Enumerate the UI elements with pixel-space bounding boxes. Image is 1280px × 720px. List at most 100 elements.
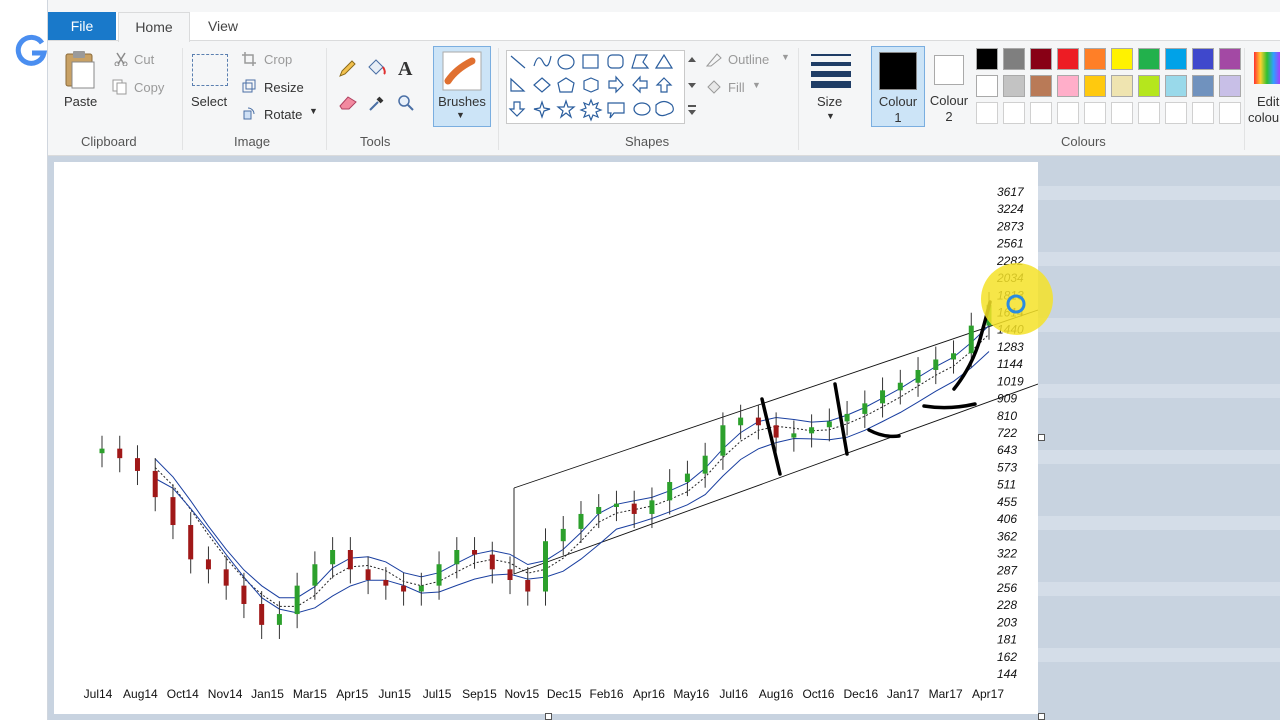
palette-swatch[interactable] (976, 75, 998, 97)
eraser-icon[interactable] (338, 94, 358, 110)
palette-swatch-empty[interactable] (1219, 102, 1241, 124)
group-label-clipboard: Clipboard (81, 134, 137, 149)
palette-swatch[interactable] (1084, 75, 1106, 97)
divider (182, 48, 183, 150)
annotation-stroke (922, 402, 977, 410)
fill-button[interactable]: Fill (728, 80, 745, 95)
select-icon[interactable] (192, 54, 228, 86)
palette-swatch[interactable] (1030, 48, 1052, 70)
edit-colours-label-2[interactable]: colours (1248, 110, 1280, 125)
rotate-button[interactable]: Rotate (264, 107, 302, 122)
candle-body (649, 500, 655, 514)
pencil-icon[interactable] (338, 60, 356, 78)
palette-swatch-empty[interactable] (1003, 102, 1025, 124)
palette-swatch[interactable] (1003, 48, 1025, 70)
candle-body (951, 353, 957, 360)
crop-button[interactable]: Crop (264, 52, 292, 67)
palette-swatch[interactable] (1057, 75, 1079, 97)
candle-body (915, 369, 921, 383)
palette-swatch[interactable] (1219, 75, 1241, 97)
color-picker-icon[interactable] (368, 94, 386, 112)
candle-body (330, 550, 336, 565)
resize-handle[interactable] (1038, 434, 1045, 441)
paste-icon[interactable] (64, 50, 98, 90)
outline-icon (705, 53, 722, 67)
palette-swatch-empty[interactable] (1111, 102, 1133, 124)
palette-swatch[interactable] (1219, 48, 1241, 70)
resize-button[interactable]: Resize (264, 80, 304, 95)
tab-file[interactable]: File (48, 12, 116, 40)
tab-view[interactable]: View (198, 12, 248, 40)
outline-button[interactable]: Outline (728, 52, 769, 67)
resize-handle[interactable] (1038, 713, 1045, 720)
magnifier-icon[interactable] (397, 94, 415, 112)
cursor-ring-icon (1006, 294, 1026, 314)
y-tick-label: 406 (997, 512, 1017, 526)
brushes-button[interactable]: Brushes ▼ (433, 46, 491, 127)
palette-swatch[interactable] (1192, 75, 1214, 97)
candle-body (702, 455, 708, 474)
size-dropdown-icon[interactable]: ▼ (826, 111, 835, 121)
y-tick-label: 162 (997, 650, 1017, 664)
paste-button[interactable]: Paste (64, 94, 97, 109)
y-tick-label: 573 (997, 460, 1017, 474)
size-button[interactable]: Size (817, 94, 842, 109)
palette-swatch[interactable] (1165, 75, 1187, 97)
drawing-canvas[interactable]: 3617322428732561228220341813161414401283… (54, 162, 1039, 714)
y-tick-label: 3224 (997, 202, 1024, 216)
y-tick-label: 1144 (997, 357, 1023, 371)
rotate-icon (243, 107, 255, 120)
colour1-selector[interactable]: Colour 1 (871, 46, 925, 127)
palette-swatch[interactable] (1138, 48, 1160, 70)
y-tick-label: 181 (997, 633, 1017, 647)
palette-swatch[interactable] (1111, 75, 1133, 97)
candle-body (312, 564, 318, 586)
palette-swatch[interactable] (976, 48, 998, 70)
candle-body (241, 585, 247, 604)
tab-home[interactable]: Home (118, 12, 190, 42)
cut-button[interactable]: Cut (134, 52, 154, 67)
palette-swatch[interactable] (1111, 48, 1133, 70)
candle-body (117, 448, 123, 459)
palette-swatch[interactable] (1003, 75, 1025, 97)
rotate-dropdown-icon[interactable]: ▼ (309, 106, 318, 116)
outline-dropdown-icon[interactable]: ▼ (781, 52, 790, 62)
fill-bucket-icon[interactable] (366, 58, 388, 78)
candle-body (880, 390, 886, 404)
palette-swatch-empty[interactable] (1192, 102, 1214, 124)
x-tick-label: Nov14 (208, 687, 243, 701)
shapes-gallery[interactable] (506, 50, 698, 124)
candle-body (152, 470, 158, 498)
colour2-selector[interactable]: Colour 2 (925, 46, 973, 125)
group-label-shapes: Shapes (625, 134, 670, 149)
x-tick-label: Oct16 (802, 687, 834, 701)
size-icon[interactable] (811, 52, 851, 88)
resize-handle[interactable] (545, 713, 552, 720)
palette-swatch-empty[interactable] (1165, 102, 1187, 124)
copy-icon (112, 79, 127, 95)
edit-colours-icon[interactable] (1254, 52, 1280, 84)
palette-swatch-empty[interactable] (1138, 102, 1160, 124)
candle-body (844, 413, 850, 422)
candle-body (631, 503, 637, 514)
candle-body (205, 559, 211, 570)
palette-swatch[interactable] (1030, 75, 1052, 97)
palette-swatch[interactable] (1192, 48, 1214, 70)
y-tick-label: 144 (997, 667, 1017, 681)
candle-body (755, 417, 761, 426)
edit-colours-label[interactable]: Edit (1257, 94, 1279, 109)
palette-swatch[interactable] (1138, 75, 1160, 97)
candle-body (720, 425, 726, 456)
palette-swatch[interactable] (1165, 48, 1187, 70)
select-button[interactable]: Select (191, 94, 227, 109)
palette-swatch-empty[interactable] (1057, 102, 1079, 124)
palette-swatch-empty[interactable] (1030, 102, 1052, 124)
palette-swatch-empty[interactable] (976, 102, 998, 124)
y-tick-label: 362 (997, 529, 1017, 543)
palette-swatch-empty[interactable] (1084, 102, 1106, 124)
palette-swatch[interactable] (1084, 48, 1106, 70)
palette-swatch[interactable] (1057, 48, 1079, 70)
text-tool-icon[interactable]: A (398, 58, 412, 81)
fill-dropdown-icon[interactable]: ▼ (752, 80, 761, 90)
copy-button[interactable]: Copy (134, 80, 164, 95)
